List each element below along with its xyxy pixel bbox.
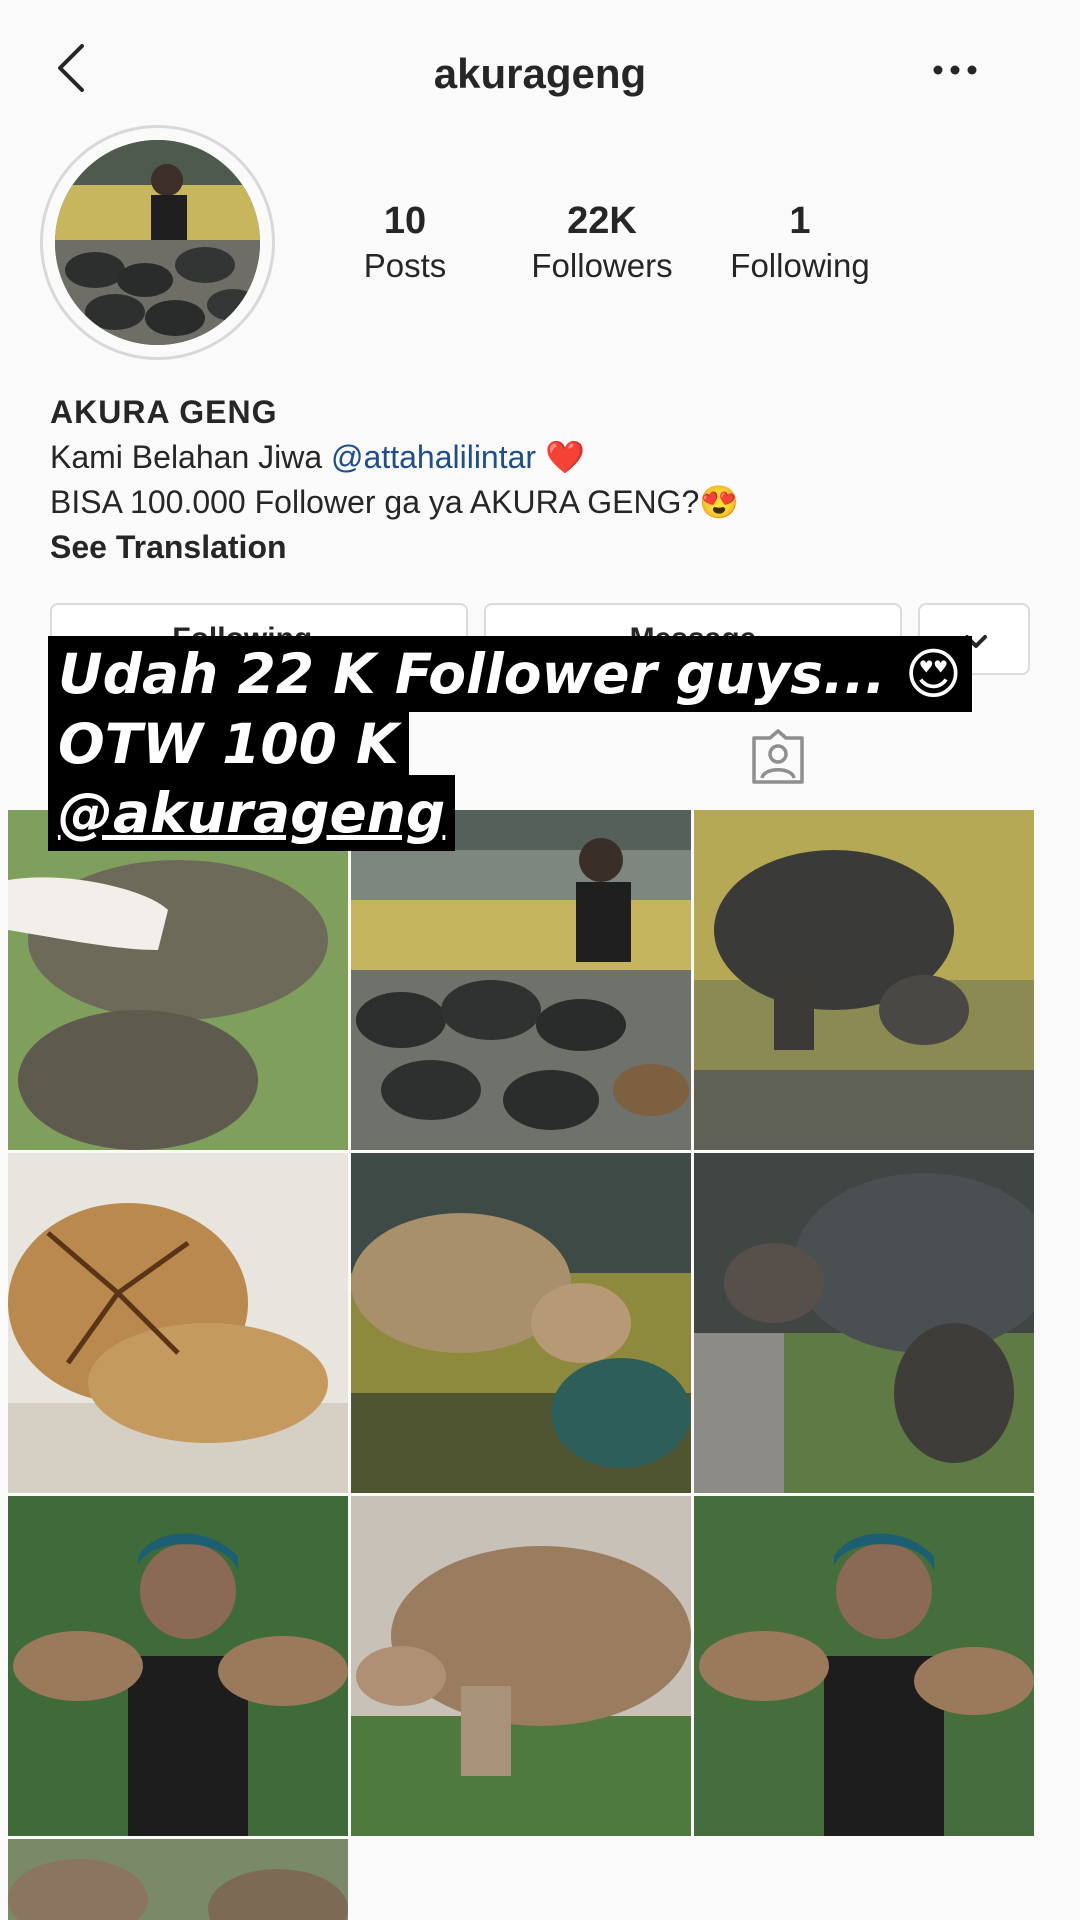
heart-emoji: ❤️ [544,439,585,475]
post-thumbnail[interactable] [351,810,691,1150]
bio-line-1-text: Kami Belahan Jiwa [50,439,332,475]
stat-posts[interactable]: 10 Posts [305,200,505,285]
profile-name: AKURA GENG [50,394,278,430]
post-thumbnail[interactable] [8,1153,348,1493]
story-caption-line-1: Udah 22 K Follower guys... 😍 [48,636,973,712]
following-count: 1 [789,200,811,242]
story-caption-line-3: @akurageng [48,775,456,851]
avatar-image [55,140,260,345]
post-thumbnail[interactable] [8,810,348,1150]
post-thumbnail[interactable] [8,1839,348,1920]
profile-username: akurageng [433,50,647,97]
post-thumbnail[interactable] [694,1496,1034,1836]
profile-bio: AKURA GENG Kami Belahan Jiwa @attahalili… [50,390,1030,570]
post-thumbnail[interactable] [694,810,1034,1150]
bio-line-2: BISA 100.000 Follower ga ya AKURA GENG?😍 [50,480,1030,525]
stat-following[interactable]: 1 Following [700,200,900,285]
heart-eyes-emoji: 😍 [699,484,740,520]
bio-line-1: Kami Belahan Jiwa @attahalilintar ❤️ [50,435,1030,480]
post-thumbnail[interactable] [351,1153,691,1493]
post-thumbnail[interactable] [8,1496,348,1836]
followers-count: 22K [567,200,637,242]
story-mention[interactable]: @akurageng [58,781,445,845]
see-translation-link[interactable]: See Translation [50,525,1030,570]
post-thumbnail[interactable] [351,1496,691,1836]
bio-mention-link[interactable]: @attahalilintar [331,439,536,475]
following-label: Following [730,247,870,284]
bio-line-2-text: BISA 100.000 Follower ga ya AKURA GENG? [50,484,700,520]
tagged-person-icon[interactable] [748,728,808,786]
posts-label: Posts [363,247,447,284]
story-caption-line-2: OTW 100 K [48,706,409,782]
posts-count: 10 [383,200,427,242]
ellipsis-icon[interactable] [930,60,980,80]
stat-followers[interactable]: 22K Followers [502,200,702,285]
avatar[interactable] [40,125,275,360]
post-thumbnail[interactable] [694,1153,1034,1493]
followers-label: Followers [531,247,673,284]
